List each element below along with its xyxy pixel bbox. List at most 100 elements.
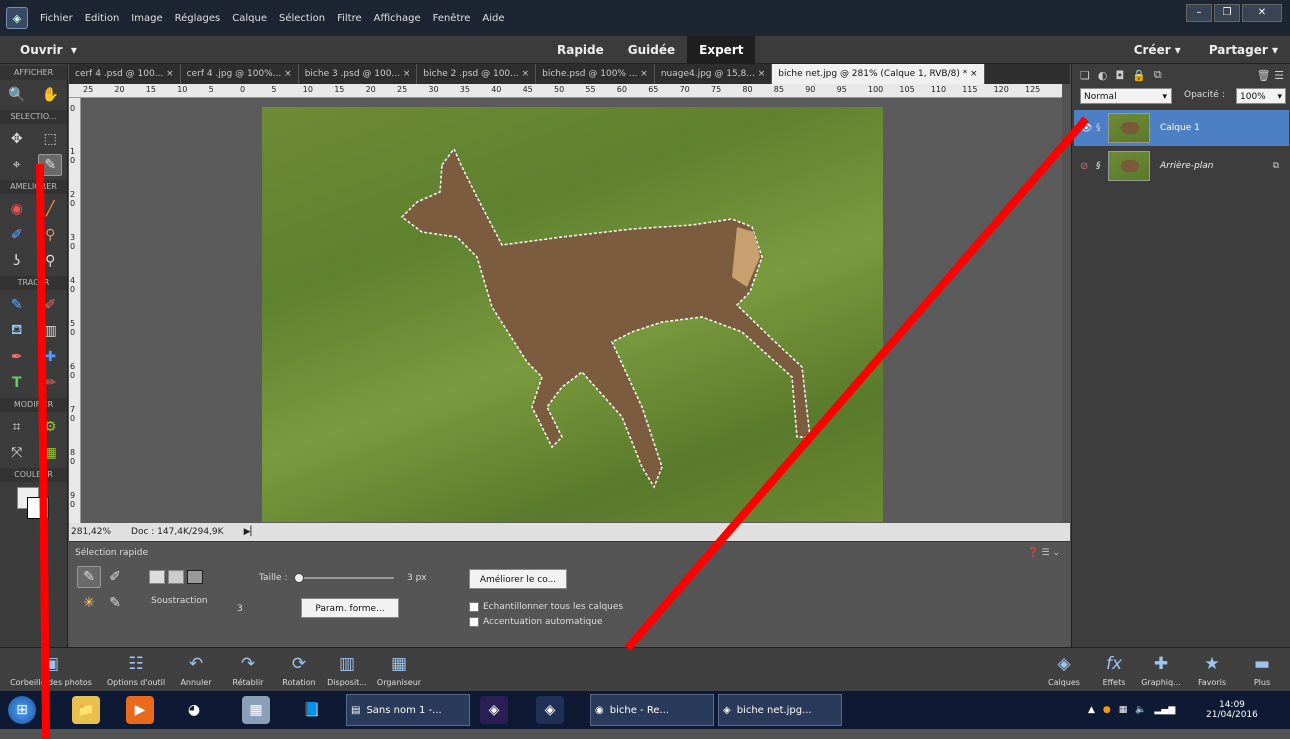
move-tool-icon[interactable]: ✥ xyxy=(5,128,29,150)
tab-biche3-psd[interactable]: biche 3 .psd @ 100... × xyxy=(299,64,418,84)
quick-selection-option-icon[interactable]: ✎ xyxy=(77,566,101,588)
new-layer-icon[interactable]: ❏ xyxy=(1080,69,1090,82)
eyedropper-icon[interactable]: ✒ xyxy=(5,346,29,368)
explorer-icon[interactable]: 📁 xyxy=(72,696,100,724)
blur-tool-icon[interactable]: ʖ xyxy=(5,250,29,272)
media-player-icon[interactable]: ▶ xyxy=(126,696,154,724)
mask-icon[interactable]: ◘ xyxy=(1115,69,1124,82)
calculator-icon[interactable]: ▦ xyxy=(242,696,270,724)
size-slider[interactable] xyxy=(294,573,394,583)
undo-button[interactable]: ↶ Annuler xyxy=(174,650,218,687)
ruler-h-label: 10 xyxy=(177,85,188,94)
tab-nuage4-jpg[interactable]: nuage4.jpg @ 15,8... × xyxy=(655,64,773,84)
magic-wand-option-icon[interactable]: ✳ xyxy=(77,592,101,614)
opacity-field[interactable]: 100% ▾ xyxy=(1236,88,1286,104)
refine-edge-button[interactable]: Améliorer le co... xyxy=(469,569,567,589)
selection-brush-option-icon[interactable]: ✐ xyxy=(103,566,127,588)
layer-thumbnail xyxy=(1108,151,1150,181)
visibility-hidden-icon[interactable]: ⊘ xyxy=(1080,161,1088,172)
create-button[interactable]: Créer ▾ xyxy=(1134,43,1181,57)
mode-bar: Ouvrir ▾ Rapide Guidée Expert Créer ▾ Pa… xyxy=(0,35,1290,64)
photo-bin-button[interactable]: ▣ Corbeille des photos xyxy=(6,650,96,687)
signal-icon[interactable]: ▂▄▆ xyxy=(1155,705,1176,715)
options-menu-icon[interactable]: ❓ ☰ ⌄ xyxy=(1027,548,1060,558)
graphics-button[interactable]: ✚ Graphiq... xyxy=(1136,650,1186,687)
tool-options-button[interactable]: ☷ Options d'outil xyxy=(96,650,176,687)
elements-organizer-icon[interactable]: ◈ xyxy=(536,696,564,724)
brush-settings-button[interactable]: Param. forme... xyxy=(301,598,399,618)
ruler-v-label: 6 0 xyxy=(70,362,76,380)
volume-icon[interactable]: 🔈 xyxy=(1135,705,1146,715)
lasso-tool-icon[interactable]: ⌖ xyxy=(5,154,29,176)
auto-enhance-checkbox[interactable] xyxy=(469,617,479,627)
layout-button[interactable]: ▥ Disposit... xyxy=(322,650,372,687)
effects-button[interactable]: fx Effets xyxy=(1094,650,1134,687)
menu-item-2[interactable]: Image xyxy=(131,13,162,24)
taskbar-window-biche-net[interactable]: ◈ biche net.jpg... xyxy=(718,694,842,726)
book-app-icon[interactable]: 📘 xyxy=(298,696,326,724)
tab-biche-net-jpg[interactable]: biche net.jpg @ 281% (Calque 1, RVB/8) *… xyxy=(772,64,985,84)
menu-item-0[interactable]: Fichier xyxy=(40,13,73,24)
hand-tool-icon[interactable]: ✋ xyxy=(38,84,62,106)
mode-expert[interactable]: Expert xyxy=(687,35,756,64)
tab-biche2-psd[interactable]: biche 2 .psd @ 100... × xyxy=(417,64,537,84)
tab-cerf4-psd[interactable]: cerf 4 .psd @ 100... × xyxy=(69,64,181,84)
tab-cerf4-jpg[interactable]: cerf 4 .jpg @ 100%... × xyxy=(181,64,299,84)
content-move-icon[interactable]: ⤧ xyxy=(5,442,29,464)
subtract-selection-mode[interactable] xyxy=(187,570,203,584)
maximize-button[interactable]: ❐ xyxy=(1214,4,1240,22)
menu-item-7[interactable]: Affichage xyxy=(374,13,421,24)
taskbar-window-sans-nom[interactable]: ▤ Sans nom 1 -... xyxy=(346,694,470,726)
close-button[interactable]: ✕ xyxy=(1242,4,1282,22)
mode-guided[interactable]: Guidée xyxy=(616,36,687,64)
favorites-button[interactable]: ★ Favoris xyxy=(1190,650,1234,687)
more-button[interactable]: ▬ Plus xyxy=(1240,650,1284,687)
zoom-level[interactable]: 281,42% xyxy=(71,527,111,537)
open-button[interactable]: Ouvrir ▾ xyxy=(20,43,77,57)
mode-quick[interactable]: Rapide xyxy=(545,36,616,64)
zoom-tool-icon[interactable]: 🔍 xyxy=(5,84,29,106)
menu-item-9[interactable]: Aide xyxy=(482,13,504,24)
picasa-icon[interactable]: ◕ xyxy=(180,696,208,724)
refine-brush-option-icon[interactable]: ✎ xyxy=(103,592,127,614)
link-icon[interactable]: ⧉ xyxy=(1154,68,1162,82)
new-selection-mode[interactable] xyxy=(149,570,165,584)
minimize-button[interactable]: – xyxy=(1186,4,1212,22)
ruler-v-label: 9 0 xyxy=(70,491,76,509)
paint-bucket-icon[interactable]: ⛾ xyxy=(5,320,29,342)
menu-item-5[interactable]: Sélection xyxy=(279,13,325,24)
blend-mode-select[interactable]: Normal ▾ xyxy=(1080,88,1172,104)
taskbar-window-chrome[interactable]: ◉ biche - Re... xyxy=(590,694,714,726)
layer-row-calque1[interactable]: 👁 § Calque 1 xyxy=(1074,110,1289,146)
share-button[interactable]: Partager ▾ xyxy=(1209,43,1278,57)
crop-tool-icon[interactable]: ⌗ xyxy=(5,416,29,438)
organizer-button[interactable]: ▦ Organiseur xyxy=(372,650,426,687)
redo-button[interactable]: ↷ Rétablir xyxy=(226,650,270,687)
lock-icon[interactable]: 🔒 xyxy=(1132,69,1146,82)
clock[interactable]: 14:09 21/04/2016 xyxy=(1206,694,1258,726)
smart-brush-icon[interactable]: ✐ xyxy=(5,224,29,246)
menu-item-3[interactable]: Réglages xyxy=(175,13,221,24)
start-button-icon[interactable]: ⊞ xyxy=(8,696,36,724)
type-tool-icon[interactable]: T xyxy=(5,372,29,394)
elements-editor-icon[interactable]: ◈ xyxy=(480,696,508,724)
trash-icon[interactable]: 🗑 ☰ xyxy=(1257,69,1284,82)
menu-item-8[interactable]: Fenêtre xyxy=(433,13,471,24)
menu-item-6[interactable]: Filtre xyxy=(337,13,362,24)
menu-item-4[interactable]: Calque xyxy=(232,13,267,24)
brush-tool-icon[interactable]: ✎ xyxy=(5,294,29,316)
layer-row-background[interactable]: ⊘ § Arrière-plan ⧉ xyxy=(1074,148,1289,184)
tray-app-icon[interactable]: ● xyxy=(1103,705,1111,715)
adjustment-layer-icon[interactable]: ◐ xyxy=(1098,69,1108,82)
marquee-tool-icon[interactable]: ⬚ xyxy=(38,128,62,150)
add-selection-mode[interactable] xyxy=(168,570,184,584)
network-icon[interactable]: ▦ xyxy=(1119,705,1128,715)
sample-all-layers-checkbox[interactable] xyxy=(469,602,479,612)
status-menu-icon[interactable]: ▶▏ xyxy=(244,527,258,537)
rotate-button[interactable]: ⟳ Rotation xyxy=(276,650,322,687)
menu-item-1[interactable]: Edition xyxy=(85,13,120,24)
red-eye-tool-icon[interactable]: ◉ xyxy=(5,198,29,220)
tab-biche-psd[interactable]: biche.psd @ 100% ... × xyxy=(536,64,655,84)
tray-expand-icon[interactable]: ▲ xyxy=(1088,705,1095,715)
layers-button[interactable]: ◈ Calques xyxy=(1042,650,1086,687)
